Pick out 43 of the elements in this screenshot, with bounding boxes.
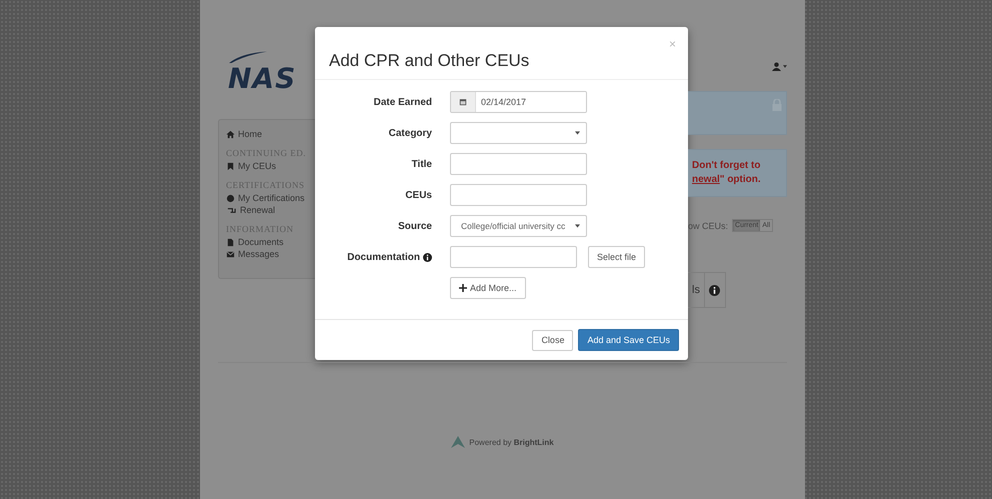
save-button[interactable]: Add and Save CEUs	[578, 329, 679, 351]
caret-icon	[575, 224, 580, 228]
alert-text: newal" option.	[692, 173, 762, 187]
tab[interactable]: ls	[688, 272, 705, 308]
caret-icon	[575, 131, 580, 135]
user-icon	[772, 62, 781, 71]
info-tab[interactable]	[704, 272, 726, 308]
info-icon	[709, 284, 720, 296]
sidebar-item[interactable]: My Certifications	[226, 192, 315, 204]
add-more-button[interactable]: Add More...	[450, 277, 526, 299]
close-button[interactable]: ×	[668, 37, 676, 51]
bookmark-icon	[226, 162, 235, 170]
select-field[interactable]: College/official university cc	[450, 215, 587, 237]
logo: NAS	[228, 64, 296, 94]
field-label: Date Earned	[374, 96, 432, 108]
field-label: Source	[398, 220, 432, 232]
field-label: Title	[412, 158, 432, 170]
field-label: Documentation	[347, 252, 420, 262]
logo-icon	[451, 436, 466, 448]
calendar-icon	[459, 98, 467, 106]
plus-icon	[459, 284, 467, 292]
date-field[interactable]: 02/14/2017	[450, 91, 587, 113]
footer-text: Powered by BrightLink	[469, 438, 554, 446]
sidebar-item[interactable]: Messages	[226, 248, 315, 260]
field-label: CEUs	[405, 190, 432, 200]
file-field[interactable]	[450, 246, 577, 268]
caret-icon	[783, 65, 787, 68]
sidebar-item[interactable]: Renewal	[226, 204, 315, 216]
text-field[interactable]	[450, 184, 587, 206]
close-button[interactable]: Close	[532, 330, 574, 350]
show-ceus-label: ow CEUs:	[688, 220, 728, 230]
field-label: Category	[388, 128, 432, 138]
home-icon	[226, 130, 235, 138]
select-field[interactable]	[450, 122, 587, 144]
modal-title: Add CPR and Other CEUs	[329, 51, 530, 71]
text-field[interactable]	[450, 153, 587, 175]
sidebar-item[interactable]: Home	[226, 128, 315, 140]
envelope-icon	[226, 250, 235, 258]
file-icon	[226, 238, 235, 246]
select-file-button[interactable]: Select file	[588, 246, 646, 268]
alert-text: Don't forget to	[692, 159, 762, 173]
sidebar-item[interactable]: Documents	[226, 236, 315, 248]
sidebar-item[interactable]: My CEUs	[226, 160, 315, 172]
